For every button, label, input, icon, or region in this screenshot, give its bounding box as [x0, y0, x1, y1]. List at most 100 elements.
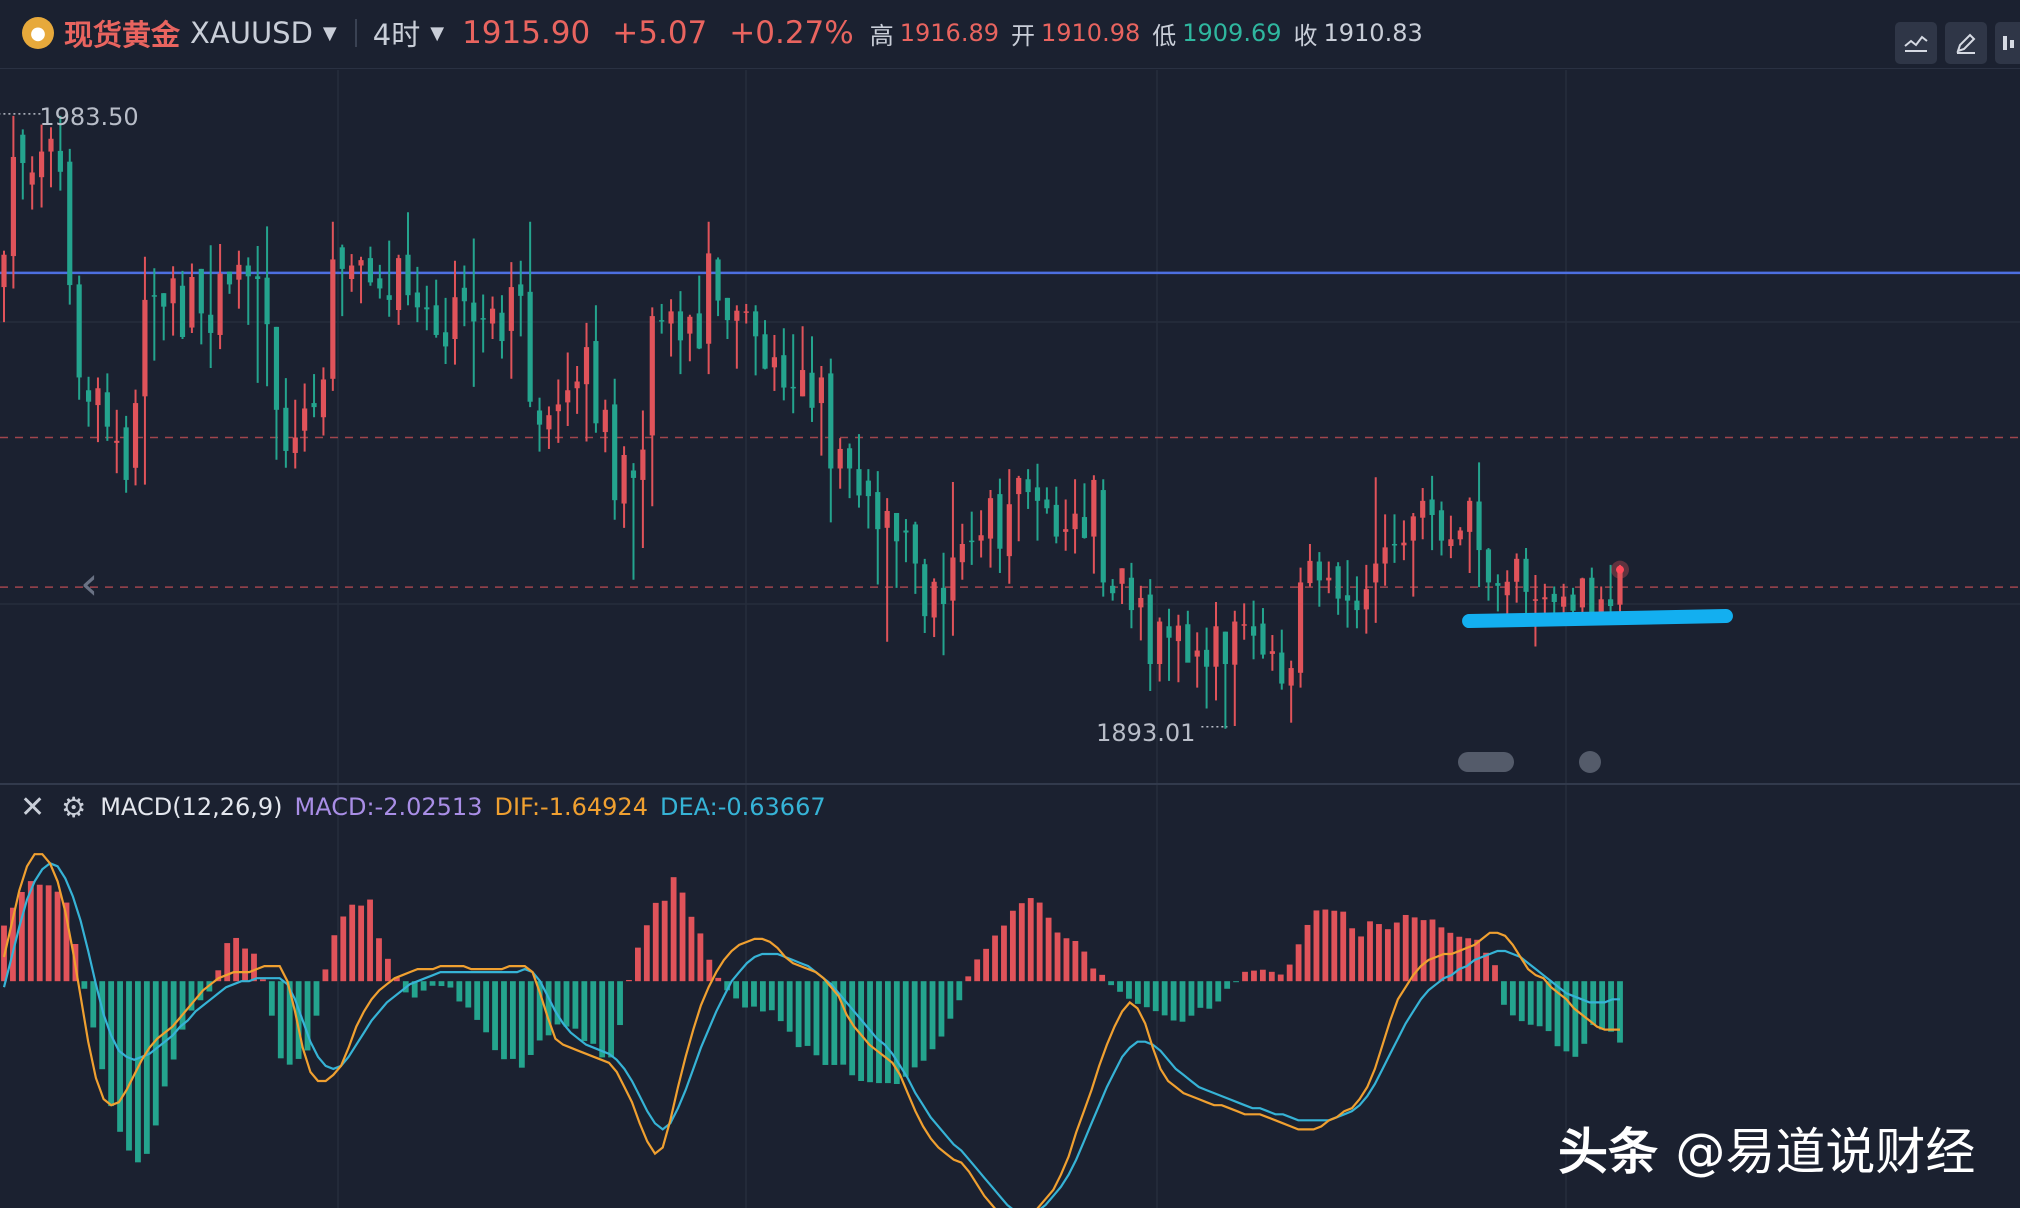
candle-body-153 [1438, 510, 1445, 541]
candle-body-167 [1570, 594, 1576, 611]
candle-body-81 [762, 334, 768, 369]
candle-body-10 [95, 388, 101, 406]
macd-bar-49 [438, 981, 445, 987]
macd-bar-145 [1295, 944, 1302, 982]
macd-bar-82 [733, 981, 740, 999]
macd-bar-83 [742, 981, 748, 1008]
macd-bar-128 [1143, 981, 1150, 1008]
macd-bar-109 [974, 959, 981, 982]
macd-bar-170 [1518, 981, 1525, 1022]
candle-body-34 [320, 379, 327, 418]
candle-body-83 [781, 355, 787, 388]
candle-body-26 [245, 265, 251, 277]
candle-body-73 [687, 316, 693, 334]
macd-bar-11 [99, 981, 106, 1070]
macd-bar-31 [277, 981, 284, 1059]
macd-bar-164 [1465, 938, 1472, 982]
close-indicator-icon[interactable]: ✕ [20, 790, 45, 825]
candle-body-113 [1063, 529, 1069, 532]
symbol-name[interactable]: 现货黄金 [64, 12, 180, 54]
candle-body-52 [489, 308, 496, 324]
candle-body-110 [1034, 487, 1041, 501]
macd-bar-104 [929, 981, 936, 1050]
symbol-info: ● 现货黄金 XAUUSD ▼ 4时 ▼ 1915.90 +5.07 +0.27… [22, 10, 1435, 56]
macd-bar-80 [715, 977, 722, 982]
candle-body-55 [518, 284, 524, 296]
macd-bar-149 [1331, 910, 1338, 982]
macd-bar-129 [1152, 981, 1159, 1012]
macd-bar-107 [956, 981, 963, 1001]
macd-bar-168 [1501, 981, 1507, 1005]
line-chart-icon[interactable] [1895, 22, 1937, 64]
candle-body-163 [1532, 599, 1539, 601]
macd-bar-115 [1027, 898, 1034, 982]
last-price: 1915.90 [462, 15, 591, 51]
scroll-left-icon[interactable]: ‹ [80, 556, 98, 610]
candle-body-149 [1401, 542, 1407, 546]
macd-bar-177 [1581, 981, 1588, 1044]
candle-body-19 [179, 285, 186, 337]
macd-bar-50 [447, 981, 454, 988]
candle-body-106 [997, 494, 1003, 549]
candle-body-161 [1514, 558, 1520, 582]
macd-bar-119 [1063, 938, 1070, 982]
candle-body-166 [1561, 596, 1567, 607]
candle-body-56 [527, 291, 533, 402]
macd-bar-118 [1054, 932, 1061, 982]
candle-body-69 [649, 316, 655, 436]
timeframe-dropdown-icon[interactable]: ▼ [430, 23, 444, 44]
candle-body-85 [800, 370, 806, 397]
candle-body-168 [1579, 578, 1586, 608]
indicator-settings-icon[interactable]: ⚙ [61, 791, 86, 824]
macd-bar-114 [1018, 903, 1025, 982]
macd-bar-105 [938, 981, 945, 1037]
candle-body-157 [1476, 501, 1482, 551]
macd-bar-99 [884, 981, 891, 1084]
candle-body-126 [1185, 624, 1191, 663]
symbol-code[interactable]: XAUUSD [190, 16, 313, 50]
macd-bar-135 [1206, 981, 1213, 1009]
macd-bar-150 [1340, 911, 1347, 982]
macd-bar-68 [608, 981, 615, 1058]
clock-icon [1579, 751, 1601, 773]
candle-body-20 [189, 276, 195, 328]
candle-body-46 [433, 305, 439, 335]
macd-bar-66 [590, 981, 597, 1044]
macd-bar-58 [518, 981, 525, 1068]
symbol-header-bar: ● 现货黄金 XAUUSD ▼ 4时 ▼ 1915.90 +5.07 +0.27… [0, 0, 2020, 69]
candle-body-64 [602, 409, 608, 433]
macd-bar-71 [634, 947, 641, 982]
macd-bar-130 [1161, 981, 1168, 1016]
candle-body-61 [574, 381, 580, 389]
pencil-icon[interactable] [1945, 22, 1987, 64]
macd-bar-131 [1170, 981, 1177, 1021]
macd-bar-56 [501, 981, 507, 1060]
macd-bar-173 [1545, 981, 1552, 1032]
candle-body-143 [1344, 595, 1351, 601]
candle-body-96 [903, 530, 909, 533]
candle-body-105 [987, 498, 994, 539]
macd-bar-179 [1599, 981, 1606, 1030]
macd-bar-148 [1322, 909, 1329, 982]
symbol-dropdown-icon[interactable]: ▼ [323, 23, 337, 44]
candle-body-9 [85, 390, 92, 402]
macd-bar-72 [643, 925, 650, 982]
candle-body-14 [132, 403, 139, 468]
candle-body-138 [1297, 582, 1304, 673]
grid [0, 70, 2020, 1208]
price-and-macd-chart[interactable]: 1983.50 1893.01 [0, 0, 2020, 1208]
macd-bar-117 [1045, 917, 1052, 982]
settings-icon[interactable] [1995, 22, 2020, 64]
price-change: +5.07 [612, 15, 708, 51]
macd-bar-30 [268, 981, 275, 1016]
macd-bar-92 [822, 981, 829, 1065]
timeframe-selector[interactable]: 4时 [373, 12, 420, 54]
macd-bar-154 [1376, 924, 1382, 982]
candle-body-121 [1138, 597, 1144, 608]
candle-body-1 [10, 156, 16, 257]
macd-bar-142 [1268, 971, 1275, 982]
low-label: 低 [1152, 21, 1177, 50]
candle-body-134 [1260, 623, 1266, 655]
macd-bar-127 [1134, 981, 1141, 1004]
candle-body-87 [818, 377, 824, 404]
